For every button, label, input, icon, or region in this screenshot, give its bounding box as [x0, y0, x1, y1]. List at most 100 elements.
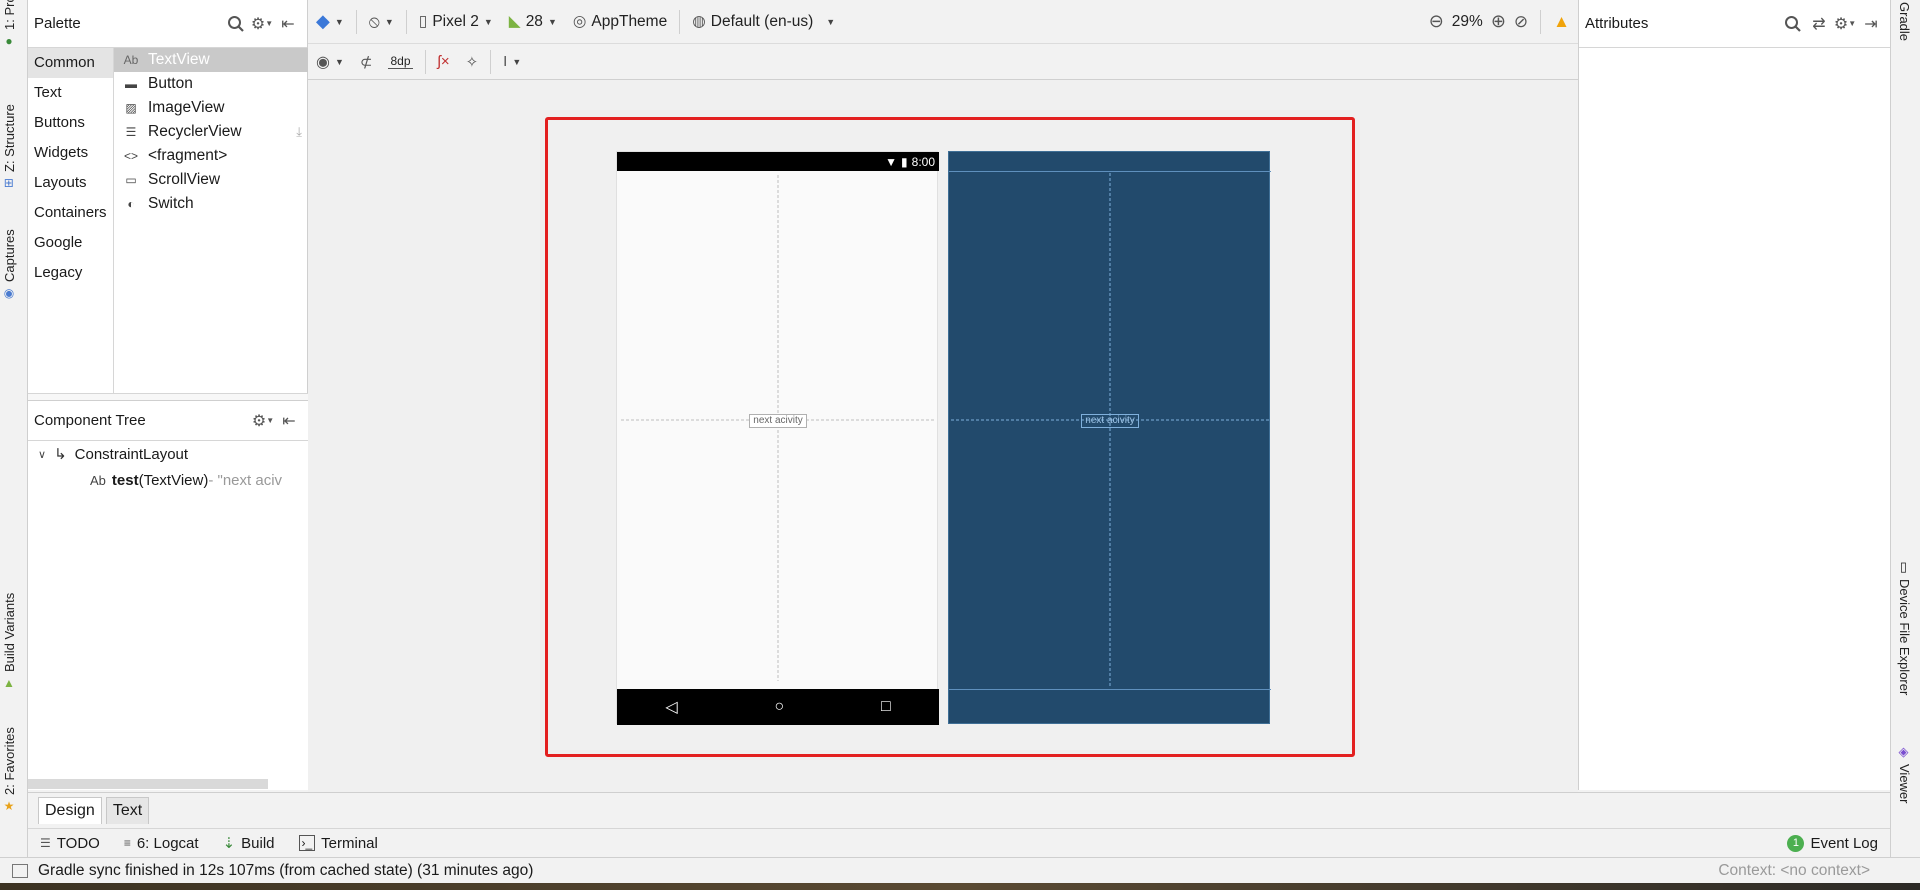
structure-icon: ⊞	[2, 177, 17, 189]
status-message[interactable]: Gradle sync finished in 12s 107ms (from …	[38, 862, 533, 880]
chevron-down-icon: ▼	[334, 56, 344, 67]
device-file-explorer-tool-tab[interactable]: ▯ Device File Explorer	[1897, 560, 1912, 695]
build-variants-tool-tab[interactable]: ▲ Build Variants	[2, 580, 17, 690]
button-icon: ▬	[125, 77, 137, 91]
os-taskbar-edge	[0, 883, 1920, 890]
chevron-down-icon: ▼	[384, 16, 394, 27]
category-widgets[interactable]: Widgets	[28, 138, 113, 168]
left-tool-strip: ● 1: Project ⊞ Z: Structure ◉ Captures ▲ Bui…	[0, 0, 28, 890]
gradle-tool-tab[interactable]: Gradle	[1897, 2, 1912, 41]
gear-icon[interactable]: ⚙ ▼	[250, 408, 276, 434]
viewer-tool-tab[interactable]: ◈ Viewer	[1897, 745, 1912, 804]
hide-panel-icon[interactable]: ⇤	[276, 408, 302, 434]
design-surface-button[interactable]: ◆ ▼	[308, 0, 352, 43]
warnings-button[interactable]: ▲	[1545, 0, 1578, 43]
textview-widget[interactable]: next acivity	[749, 414, 807, 428]
structure-tool-tab[interactable]: ⊞ Z: Structure	[2, 95, 17, 190]
project-icon: ●	[2, 34, 17, 48]
textview-icon: Ab	[123, 53, 139, 67]
status-toggle-icon[interactable]	[12, 863, 28, 878]
zoom-in-icon[interactable]: ⊕	[1491, 11, 1506, 32]
hide-panel-icon[interactable]: ⇤	[275, 11, 301, 37]
event-log-badge: 1	[1787, 834, 1805, 852]
chevron-down-icon: ▼	[512, 56, 522, 67]
separator	[405, 9, 407, 34]
captures-tool-tab[interactable]: ◉ Captures	[2, 220, 17, 300]
context-indicator[interactable]: Context: <no context>	[1718, 862, 1870, 880]
textview-icon: Ab	[90, 472, 106, 488]
terminal-tool-button[interactable]: ›_ Terminal	[287, 835, 390, 852]
category-legacy[interactable]: Legacy	[28, 258, 113, 288]
tab-text[interactable]: Text	[105, 797, 150, 824]
blueprint-preview[interactable]: next acivity	[948, 151, 1271, 724]
tree-node-constraintlayout[interactable]: ∨ ↳ ConstraintLayout	[28, 441, 308, 467]
view-options-button[interactable]: ◉ ▼	[308, 44, 352, 79]
palette-item-textview[interactable]: Ab TextView	[114, 48, 308, 72]
chevron-down-icon: ▼	[483, 16, 493, 27]
category-containers[interactable]: Containers	[28, 198, 113, 228]
layers-icon: ◆	[316, 11, 330, 31]
tab-design[interactable]: Design	[38, 797, 102, 824]
swap-icon[interactable]: ⇄	[1806, 11, 1832, 37]
horizontal-scrollbar[interactable]	[28, 779, 268, 789]
zoom-out-icon[interactable]: ⊖	[1429, 11, 1444, 32]
build-tool-button[interactable]: ⇣ Build	[211, 834, 287, 853]
code-icon: <>	[123, 149, 138, 163]
locale-selector[interactable]: ◍ Default (en-us) ▼	[684, 0, 843, 43]
chevron-down-icon[interactable]: ∨	[38, 448, 46, 461]
project-tool-tab[interactable]: ● 1: Project	[2, 0, 17, 48]
tree-node-text: - "next aciv	[208, 471, 283, 489]
device-selector[interactable]: ▯ Pixel 2 ▼	[411, 0, 501, 43]
theme-selector[interactable]: ◎ AppTheme	[565, 0, 675, 43]
hide-panel-icon[interactable]: ⇥	[1858, 11, 1884, 37]
search-icon[interactable]	[1780, 11, 1806, 37]
event-log-tool-button[interactable]: 1 Event Log	[1775, 834, 1890, 852]
palette-item-fragment[interactable]: <> <fragment>	[114, 144, 308, 168]
zoom-fit-icon[interactable]: ⊘	[1514, 12, 1528, 32]
category-text[interactable]: Text	[28, 78, 113, 108]
palette-header: Palette ⚙ ▼ ⇤	[28, 0, 307, 48]
status-bar-mock: ▼ ▮ 8:00	[617, 152, 939, 171]
zoom-controls: ⊖ 29% ⊕ ⊘	[1421, 0, 1536, 43]
logcat-tool-button[interactable]: ≡ 6: Logcat	[112, 835, 211, 852]
globe-icon: ◍	[692, 13, 706, 30]
clear-constraints-button[interactable]: ʃ×	[430, 44, 458, 79]
palette-categories: Common Text Buttons Widgets Layouts Cont…	[28, 48, 114, 393]
favorites-tool-tab[interactable]: ★ 2: Favorites	[2, 718, 17, 813]
category-layouts[interactable]: Layouts	[28, 168, 113, 198]
gear-icon[interactable]: ⚙ ▼	[249, 11, 275, 37]
tree-node-id: test	[111, 471, 139, 489]
search-icon[interactable]	[223, 11, 249, 37]
category-common[interactable]: Common	[28, 48, 113, 78]
tree-node-textview[interactable]: Ab test (TextView) - "next aciv	[28, 467, 308, 493]
palette-item-imageview[interactable]: ▨ ImageView	[114, 96, 308, 120]
todo-tool-button[interactable]: ☰ TODO	[28, 835, 112, 852]
default-margin-button[interactable]: 8dp	[380, 44, 420, 79]
infer-constraints-button[interactable]: ✧	[458, 44, 487, 79]
download-icon[interactable]: ⤓	[296, 124, 302, 140]
blueprint-bottom-line	[949, 689, 1271, 690]
palette-item-button[interactable]: ▬ Button	[114, 72, 308, 96]
palette-item-recyclerview[interactable]: ☰ RecyclerView ⤓	[114, 120, 308, 144]
phone-icon: ▯	[418, 13, 428, 30]
api-selector[interactable]: ◣ 28 ▼	[501, 0, 565, 43]
autoconnect-toggle[interactable]: ⊄	[352, 44, 381, 79]
attributes-header: Attributes ⇄ ⚙ ▼ ⇥	[1579, 0, 1890, 48]
guidelines-button[interactable]: I ▼	[495, 44, 529, 79]
gear-icon[interactable]: ⚙ ▼	[1832, 11, 1858, 37]
design-preview[interactable]: ▼ ▮ 8:00 next acivity ◁ ○ □	[616, 151, 939, 725]
blueprint-constraint-lines	[951, 173, 1269, 687]
list-icon: ☰	[125, 125, 137, 139]
orientation-button[interactable]: ⦸ ▼	[361, 0, 402, 43]
category-google[interactable]: Google	[28, 228, 113, 258]
rotate-icon: ⦸	[368, 11, 380, 31]
recents-icon: □	[880, 698, 891, 715]
category-buttons[interactable]: Buttons	[28, 108, 113, 138]
splitter-handle[interactable]	[28, 393, 308, 400]
editor-mode-tabs: Design Text	[28, 792, 1890, 828]
palette-item-scrollview[interactable]: ▭ ScrollView	[114, 168, 308, 192]
blueprint-textview[interactable]: next acivity	[1081, 414, 1139, 428]
palette-items: Ab TextView ▬ Button ▨ ImageView ☰ RecyclerV…	[114, 48, 308, 393]
separator	[1540, 9, 1542, 34]
palette-item-switch[interactable]: ◐ Switch	[114, 192, 308, 216]
